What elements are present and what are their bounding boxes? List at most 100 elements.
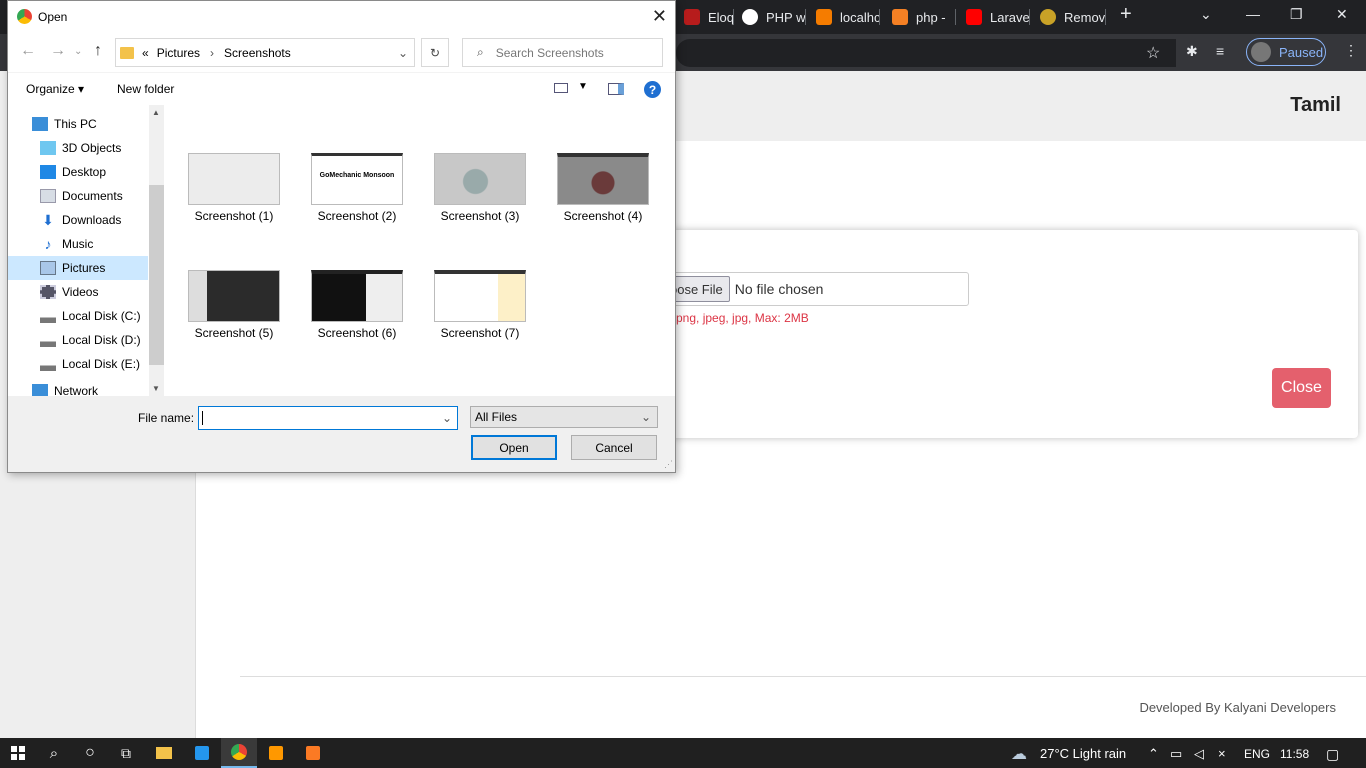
file-item[interactable]: Screenshot (1)	[188, 153, 280, 223]
new-folder-button[interactable]: New folder	[117, 82, 174, 96]
cancel-button[interactable]: Cancel	[571, 435, 657, 460]
nav-item-desktop[interactable]: Desktop	[8, 160, 148, 184]
breadcrumb-overflow[interactable]: «	[142, 46, 149, 60]
chevron-right-icon: ›	[210, 45, 215, 60]
weather-cloud-icon[interactable]: ☁	[1011, 744, 1027, 764]
address-bar[interactable]	[676, 39, 1176, 67]
extensions-icon[interactable]: ✱	[1186, 43, 1198, 60]
scroll-down-icon[interactable]: ▼	[152, 384, 160, 393]
file-name-label: File name:	[138, 411, 195, 425]
breadcrumb-item[interactable]: Screenshots	[224, 46, 291, 60]
disk-icon	[40, 309, 56, 323]
file-item[interactable]: GoMechanic Monsoon Screenshot (2)	[311, 153, 403, 223]
browser-tab[interactable]: localhc	[810, 5, 880, 29]
nav-item-local-disk-d[interactable]: Local Disk (D:)	[8, 328, 148, 352]
nav-item-3d-objects[interactable]: 3D Objects	[8, 136, 148, 160]
preview-pane-icon[interactable]	[608, 83, 624, 95]
pc-icon	[32, 117, 48, 131]
file-hint: png, jpeg, jpg, Max: 2MB	[676, 311, 809, 325]
help-icon[interactable]: ?	[644, 81, 661, 98]
browser-tab[interactable]: Eloque	[678, 5, 734, 29]
breadcrumb-item[interactable]: Pictures	[157, 46, 200, 60]
weather-text[interactable]: 27°C Light rain	[1040, 746, 1126, 761]
close-icon[interactable]: ✕	[652, 6, 667, 27]
profile-button[interactable]: Paused	[1246, 38, 1326, 66]
file-item[interactable]: Screenshot (3)	[434, 153, 526, 223]
browser-tab[interactable]: Larave	[960, 5, 1030, 29]
chevron-down-icon[interactable]: ▼	[578, 81, 588, 92]
back-icon[interactable]: ←	[20, 42, 36, 60]
language-indicator[interactable]: ENG	[1244, 747, 1270, 761]
refresh-icon[interactable]: ↻	[421, 38, 449, 67]
nav-item-pictures[interactable]: Pictures	[8, 256, 148, 280]
nav-scrollbar[interactable]: ▲ ▼	[149, 105, 164, 396]
nav-item-documents[interactable]: Documents	[8, 184, 148, 208]
file-item[interactable]: Screenshot (6)	[311, 270, 403, 340]
browser-tab[interactable]: PHP w	[736, 5, 806, 29]
xampp-taskbar-icon[interactable]	[295, 738, 331, 768]
resize-grip-icon[interactable]: ⋰	[664, 459, 673, 470]
view-options-icon[interactable]	[554, 83, 568, 93]
clock[interactable]: 11:58	[1280, 747, 1309, 761]
open-button[interactable]: Open	[471, 435, 557, 460]
search-input[interactable]: ⌕ Search Screenshots	[462, 38, 663, 67]
more-menu-icon[interactable]: ⋮	[1344, 42, 1358, 59]
speaker-mute-icon[interactable]: ×	[1218, 746, 1226, 761]
avatar	[1251, 42, 1271, 62]
vscode-icon[interactable]	[184, 738, 220, 768]
scrollbar-thumb[interactable]	[149, 185, 164, 365]
nav-item-videos[interactable]: Videos	[8, 280, 148, 304]
nav-item-this-pc[interactable]: This PC	[8, 112, 148, 136]
restore-icon[interactable]: ❐	[1290, 6, 1303, 23]
bookmark-star-icon[interactable]: ☆	[1146, 43, 1160, 63]
nav-item-downloads[interactable]: ⬇ Downloads	[8, 208, 148, 232]
task-view-icon[interactable]: ⧉	[108, 738, 144, 768]
network-icon[interactable]: ▭	[1170, 746, 1182, 762]
volume-icon[interactable]: ◁	[1194, 746, 1204, 762]
file-name-input[interactable]: ⌄	[198, 406, 458, 430]
u-icon	[742, 9, 758, 25]
file-list: Screenshot (1) GoMechanic Monsoon Screens…	[164, 105, 675, 396]
file-explorer-icon[interactable]	[146, 738, 182, 768]
file-item[interactable]: Screenshot (7)	[434, 270, 526, 340]
command-bar: Organize ▾ New folder ▼ ?	[8, 72, 675, 105]
browser-tab[interactable]: Remov	[1034, 5, 1106, 29]
notification-icon[interactable]: ▢	[1326, 746, 1339, 763]
forward-icon[interactable]: →	[50, 42, 66, 60]
chevron-down-icon[interactable]: ⌄	[442, 411, 452, 425]
music-icon: ♪	[44, 236, 52, 252]
chevron-up-icon[interactable]: ⌃	[1148, 746, 1159, 762]
user-name[interactable]: Tamil	[1290, 94, 1341, 117]
nav-item-network[interactable]: Network	[8, 384, 148, 396]
cortana-icon[interactable]: ○	[72, 738, 108, 768]
windows-start-icon[interactable]	[0, 738, 36, 768]
organize-button[interactable]: Organize ▾	[26, 82, 84, 96]
file-item[interactable]: Screenshot (5)	[188, 270, 280, 340]
file-item[interactable]: Screenshot (4)	[557, 153, 649, 223]
breadcrumb[interactable]: « Pictures › Screenshots ⌄	[115, 38, 415, 67]
minimize-icon[interactable]: —	[1246, 6, 1260, 22]
chrome-taskbar-icon[interactable]	[221, 738, 257, 768]
close-button[interactable]: Close	[1272, 368, 1331, 408]
close-window-icon[interactable]: ✕	[1336, 6, 1348, 23]
file-type-select[interactable]: All Files ⌄	[470, 406, 658, 428]
recent-locations-icon[interactable]: ⌄	[74, 46, 82, 57]
thumbnail	[188, 270, 280, 322]
reading-list-icon[interactable]: ≡	[1216, 43, 1224, 59]
nav-item-music[interactable]: ♪ Music	[8, 232, 148, 256]
nav-item-local-disk-c[interactable]: Local Disk (C:)	[8, 304, 148, 328]
videos-icon	[40, 285, 56, 299]
sublime-icon[interactable]	[258, 738, 294, 768]
search-icon[interactable]: ⌕	[36, 738, 72, 768]
scroll-up-icon[interactable]: ▲	[152, 108, 160, 117]
file-status: No file chosen	[734, 281, 824, 297]
chevron-down-icon[interactable]: ⌄	[398, 46, 408, 60]
chevron-down-icon: ⌄	[640, 410, 651, 424]
up-icon[interactable]: ↑	[94, 42, 102, 60]
nav-item-local-disk-e[interactable]: Local Disk (E:)	[8, 352, 148, 376]
browser-tab[interactable]: php -	[886, 5, 956, 29]
tab-search-icon[interactable]: ⌄	[1200, 6, 1212, 23]
open-file-dialog: Open ✕ ← → ⌄ ↑ « Pictures › Screenshots …	[7, 0, 676, 473]
file-input[interactable]: oose File No file chosen	[660, 272, 969, 306]
new-tab-icon[interactable]: +	[1120, 3, 1132, 26]
